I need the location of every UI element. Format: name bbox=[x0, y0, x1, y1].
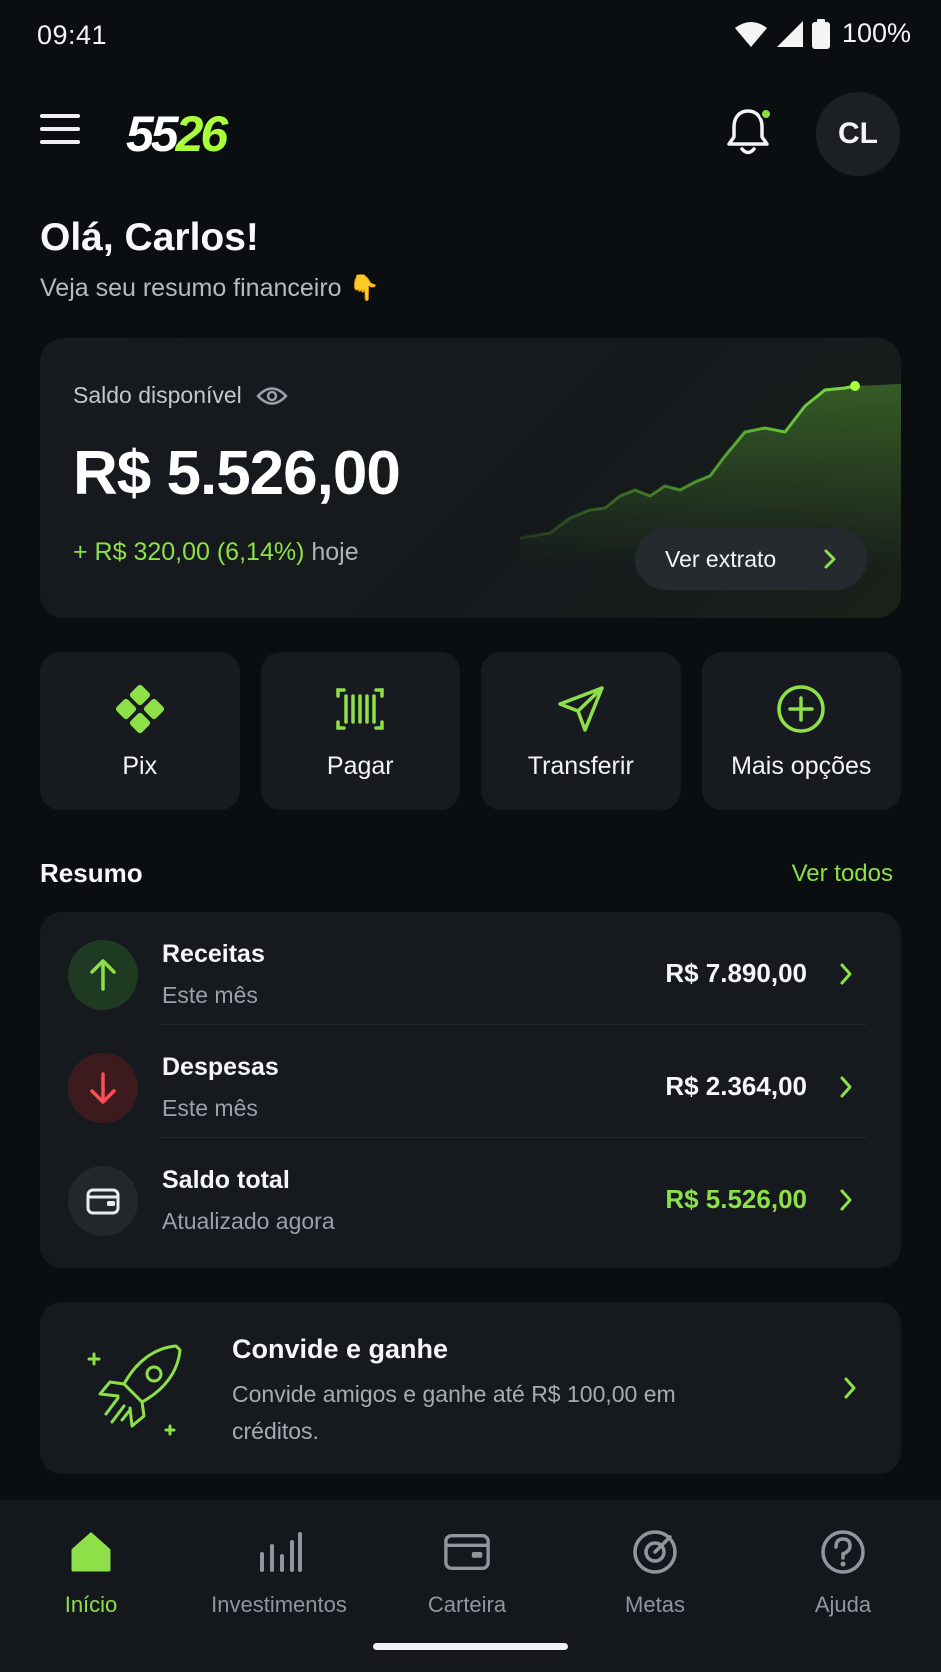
greeting-subtitle: Veja seu resumo financeiro 👇 bbox=[40, 274, 380, 302]
nav-item-investments[interactable]: Investimentos bbox=[185, 1520, 373, 1620]
balance-change-amount: + R$ 320,00 (6,14%) bbox=[73, 538, 305, 566]
notifications-button[interactable] bbox=[724, 106, 776, 162]
summary-row-amount: R$ 5.526,00 bbox=[665, 1184, 807, 1214]
home-indicator bbox=[373, 1643, 568, 1650]
summary-row-income[interactable]: Receitas Este mês R$ 7.890,00 bbox=[40, 912, 901, 1024]
summary-row-subtitle: Este mês bbox=[162, 982, 258, 1008]
summary-card: Receitas Este mês R$ 7.890,00 Despesas E… bbox=[40, 912, 901, 1268]
menu-icon-line bbox=[40, 114, 80, 118]
nav-label: Início bbox=[64, 1592, 118, 1617]
balance-change-suffix: hoje bbox=[311, 538, 359, 566]
summary-row-title: Receitas bbox=[162, 940, 265, 968]
balance-label: Saldo disponível bbox=[73, 382, 288, 409]
action-pay[interactable]: Pagar bbox=[260, 652, 460, 810]
eye-icon bbox=[256, 386, 288, 405]
status-bar: 09:41 100% bbox=[0, 0, 941, 72]
view-statement-label: Ver extrato bbox=[665, 545, 777, 572]
toggle-visibility-button[interactable] bbox=[256, 385, 288, 407]
nav-item-wallet[interactable]: Carteira bbox=[373, 1520, 561, 1620]
send-icon bbox=[554, 682, 608, 736]
menu-button[interactable] bbox=[40, 114, 84, 154]
battery-percentage: 100% bbox=[841, 18, 911, 48]
nav-item-goals[interactable]: Metas bbox=[561, 1520, 749, 1620]
nav-item-home[interactable]: Início bbox=[0, 1520, 185, 1620]
barcode-icon bbox=[333, 682, 387, 736]
pix-icon bbox=[113, 682, 167, 736]
status-icons: 100% bbox=[734, 18, 911, 49]
summary-title: Resumo bbox=[40, 858, 143, 888]
summary-row-subtitle: Este mês bbox=[162, 1095, 258, 1121]
chevron-right-icon bbox=[844, 1377, 856, 1399]
arrow-up-icon bbox=[68, 940, 138, 1010]
notification-badge-dot bbox=[760, 108, 772, 120]
summary-row-total-balance[interactable]: Saldo total Atualizado agora R$ 5.526,00 bbox=[40, 1138, 901, 1250]
action-label: Mais opções bbox=[731, 752, 872, 780]
nav-label: Ajuda bbox=[814, 1592, 872, 1617]
nav-label: Investimentos bbox=[211, 1592, 347, 1617]
greeting-title: Olá, Carlos! bbox=[40, 216, 259, 259]
action-label: Pix bbox=[122, 752, 158, 780]
brand-logo[interactable]: 5526 bbox=[126, 104, 229, 164]
invite-card[interactable]: Convide e ganhe Convide amigos e ganhe a… bbox=[40, 1302, 901, 1474]
quick-actions: Pix Pagar Transferir Mais opções bbox=[40, 652, 901, 810]
action-pix[interactable]: Pix bbox=[40, 652, 240, 810]
chevron-right-icon bbox=[840, 1076, 852, 1098]
see-all-link[interactable]: Ver todos bbox=[792, 860, 893, 888]
nav-label: Metas bbox=[625, 1592, 685, 1617]
action-label: Pagar bbox=[326, 752, 394, 780]
signal-icon bbox=[776, 20, 803, 47]
card-icon bbox=[443, 1528, 491, 1576]
battery-icon bbox=[811, 18, 830, 49]
avatar[interactable]: CL bbox=[816, 92, 900, 176]
balance-card: Saldo disponível R$ 5.526,00 + R$ 320,00… bbox=[40, 338, 901, 618]
invite-description: Convide amigos e ganhe até R$ 100,00 em … bbox=[232, 1381, 676, 1444]
nav-label: Carteira bbox=[427, 1592, 507, 1617]
chevron-right-icon bbox=[840, 1189, 852, 1211]
plus-circle-icon bbox=[774, 682, 828, 736]
help-icon bbox=[819, 1528, 867, 1576]
chevron-right-icon bbox=[840, 963, 852, 985]
rocket-icon bbox=[87, 1344, 182, 1436]
summary-row-expenses[interactable]: Despesas Este mês R$ 2.364,00 bbox=[40, 1025, 901, 1137]
wifi-icon bbox=[734, 21, 767, 47]
logo-part-green: 26 bbox=[175, 106, 229, 162]
summary-row-title: Despesas bbox=[162, 1053, 279, 1081]
summary-row-title: Saldo total bbox=[162, 1166, 290, 1194]
balance-change: + R$ 320,00 (6,14%) hoje bbox=[73, 538, 359, 567]
nav-item-help[interactable]: Ajuda bbox=[749, 1520, 937, 1620]
view-statement-button[interactable]: Ver extrato bbox=[635, 528, 867, 590]
target-icon bbox=[631, 1528, 679, 1576]
action-transfer[interactable]: Transferir bbox=[481, 652, 681, 810]
arrow-down-icon bbox=[68, 1053, 138, 1123]
summary-row-subtitle: Atualizado agora bbox=[162, 1208, 335, 1234]
balance-value: R$ 5.526,00 bbox=[73, 439, 401, 508]
menu-icon-line bbox=[40, 127, 80, 131]
bar-chart-icon bbox=[255, 1528, 303, 1576]
summary-row-amount: R$ 2.364,00 bbox=[665, 1071, 807, 1101]
summary-row-amount: R$ 7.890,00 bbox=[665, 958, 807, 988]
menu-icon-line bbox=[40, 140, 80, 144]
chevron-right-icon bbox=[824, 549, 836, 569]
balance-label-text: Saldo disponível bbox=[73, 382, 242, 408]
wallet-icon bbox=[68, 1166, 138, 1236]
logo-part-white: 55 bbox=[126, 106, 179, 162]
status-time: 09:41 bbox=[37, 20, 108, 50]
home-icon bbox=[67, 1528, 115, 1576]
top-bar: 5526 CL bbox=[0, 92, 941, 178]
invite-title: Convide e ganhe bbox=[232, 1334, 449, 1364]
action-more-options[interactable]: Mais opções bbox=[701, 652, 901, 810]
action-label: Transferir bbox=[527, 752, 634, 780]
